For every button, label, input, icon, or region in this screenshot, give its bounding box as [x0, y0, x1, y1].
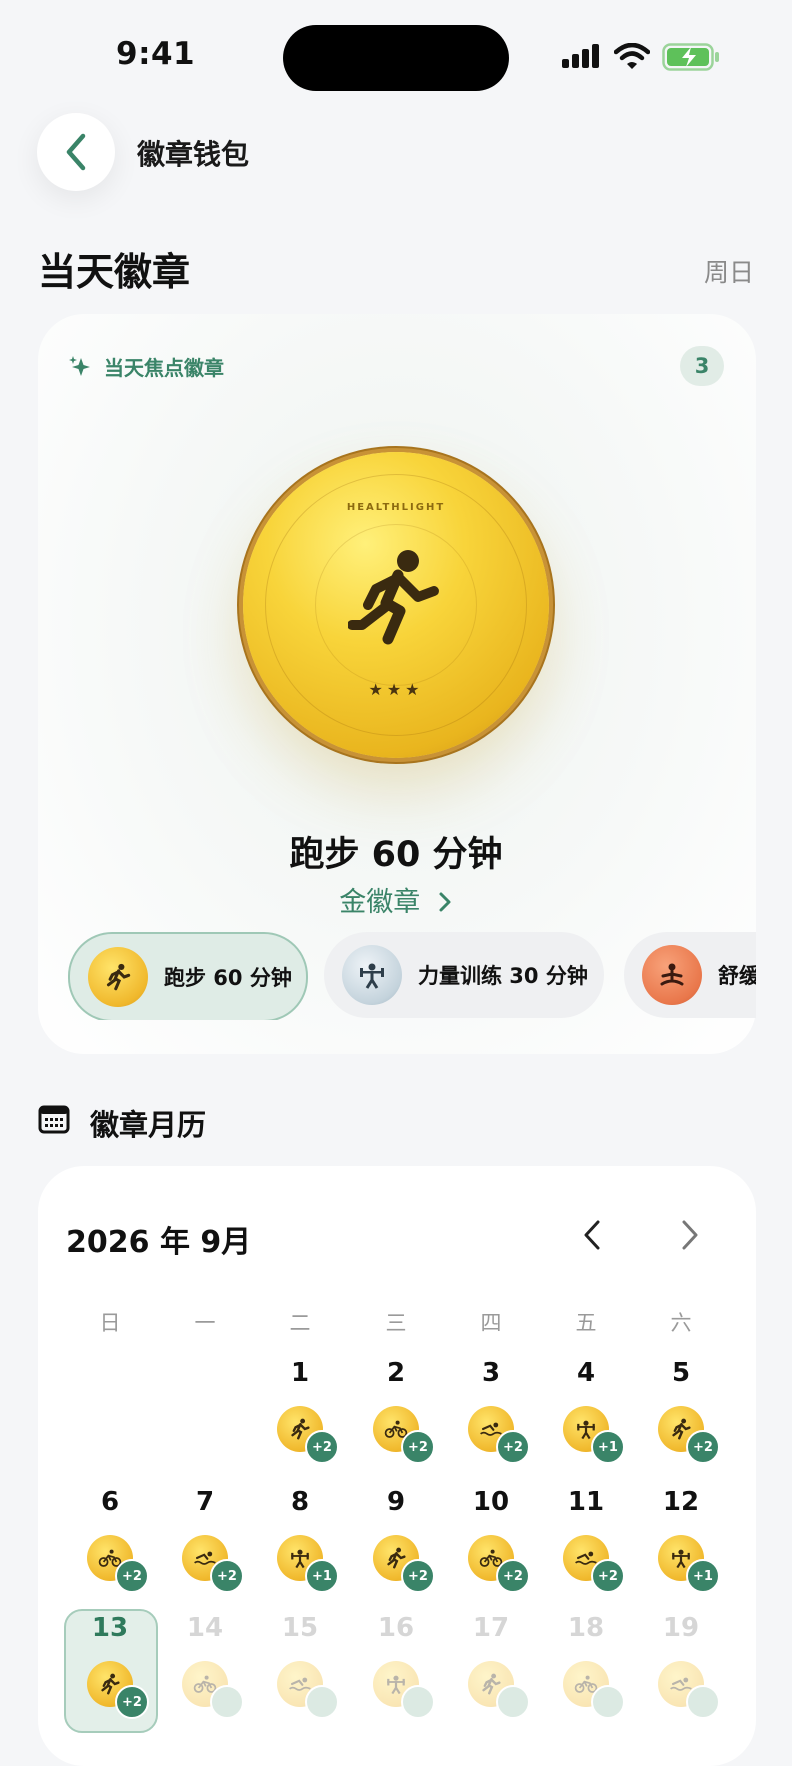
day-number: 7: [195, 1487, 215, 1517]
runner-icon: [88, 947, 148, 1007]
badge-chip-list: 跑步 60 分钟 力量训练 30 分钟 舒缓: [38, 930, 756, 1020]
day-number: 4: [576, 1358, 596, 1388]
focus-label-text: 当天焦点徽章: [104, 356, 224, 380]
extra-badge-count: +2: [401, 1559, 435, 1593]
weekday-label: 日: [99, 1311, 121, 1335]
day-number: 12: [662, 1487, 700, 1517]
weekday-label: 二: [289, 1311, 311, 1335]
wifi-icon: [614, 43, 650, 69]
sparkle-icon: [69, 355, 90, 376]
page-title: 徽章钱包: [137, 138, 250, 171]
month-label: 2026 年 9月: [66, 1225, 252, 1260]
extra-badge-count: +2: [591, 1559, 625, 1593]
extra-badge-count: +2: [115, 1559, 149, 1593]
day-number: 8: [290, 1487, 310, 1517]
chevron-right-icon: [439, 892, 451, 912]
runner-icon: [348, 550, 439, 645]
day-number: 11: [567, 1487, 605, 1517]
day-number: 18: [567, 1613, 605, 1643]
medal-brand-text: HEALTHLIGHT: [346, 502, 446, 513]
day-number: 9: [386, 1487, 406, 1517]
badge-name: 跑步 60 分钟: [289, 835, 503, 875]
extra-badge-count: [210, 1685, 244, 1719]
chip-running[interactable]: 跑步 60 分钟: [68, 932, 308, 1020]
tier-link-label: 金徽章: [339, 887, 421, 918]
day-number: 19: [662, 1613, 700, 1643]
extra-badge-count: +2: [686, 1430, 720, 1464]
weekday-label: 六: [670, 1311, 692, 1335]
weekday-label: 四: [480, 1311, 502, 1335]
extra-badge-count: +2: [305, 1430, 339, 1464]
weekday-label: 一: [194, 1311, 216, 1335]
chip-label: 舒缓: [718, 964, 756, 988]
chip-relax[interactable]: 舒缓: [624, 932, 756, 1018]
weekday-label: 五: [575, 1311, 597, 1335]
section-title: 当天徽章: [38, 250, 191, 294]
status-time: 9:41: [116, 36, 196, 72]
extra-badge-count: +2: [496, 1559, 530, 1593]
chip-label: 跑步 60 分钟: [164, 966, 292, 990]
weekday-label: 周日: [703, 258, 754, 287]
weekday-label: 三: [385, 1311, 407, 1335]
focus-badge-label: 当天焦点徽章: [68, 352, 224, 381]
next-month-button[interactable]: [678, 1218, 702, 1252]
gold-medal-image: HEALTHLIGHT ★★★: [243, 452, 549, 758]
chip-strength[interactable]: 力量训练 30 分钟: [324, 932, 604, 1018]
extra-badge-count: [401, 1685, 435, 1719]
extra-badge-count: [686, 1685, 720, 1719]
medal-stars: ★★★: [368, 680, 424, 699]
badge-count-badge: 3: [680, 346, 724, 386]
day-number: 17: [472, 1613, 510, 1643]
calendar-section-title: 徽章月历: [90, 1108, 207, 1142]
extra-badge-count: +1: [686, 1559, 720, 1593]
meditation-icon: [642, 945, 702, 1005]
extra-badge-count: [591, 1685, 625, 1719]
extra-badge-count: [305, 1685, 339, 1719]
day-number: 15: [281, 1613, 319, 1643]
day-number: 16: [377, 1613, 415, 1643]
day-number: 1: [290, 1358, 310, 1388]
day-number: 10: [472, 1487, 510, 1517]
cellular-signal-icon: [562, 44, 599, 68]
extra-badge-count: [496, 1685, 530, 1719]
weightlifting-icon: [342, 945, 402, 1005]
day-number: 14: [186, 1613, 224, 1643]
chevron-left-icon: [66, 133, 86, 171]
previous-month-button[interactable]: [580, 1218, 604, 1252]
day-number: 13: [91, 1613, 129, 1643]
back-button[interactable]: [37, 113, 115, 191]
tier-link[interactable]: 金徽章: [0, 880, 792, 919]
dynamic-island: [283, 25, 509, 91]
extra-badge-count: +2: [496, 1430, 530, 1464]
day-number: 3: [481, 1358, 501, 1388]
day-number: 5: [671, 1358, 691, 1388]
day-number: 6: [100, 1487, 120, 1517]
extra-badge-count: +2: [210, 1559, 244, 1593]
extra-badge-count: +2: [401, 1430, 435, 1464]
extra-badge-count: +1: [305, 1559, 339, 1593]
chip-label: 力量训练 30 分钟: [418, 964, 588, 988]
extra-badge-count: +2: [115, 1685, 149, 1719]
calendar-icon: [38, 1105, 70, 1134]
battery-charging-icon: [662, 43, 719, 71]
extra-badge-count: +1: [591, 1430, 625, 1464]
day-number: 2: [386, 1358, 406, 1388]
